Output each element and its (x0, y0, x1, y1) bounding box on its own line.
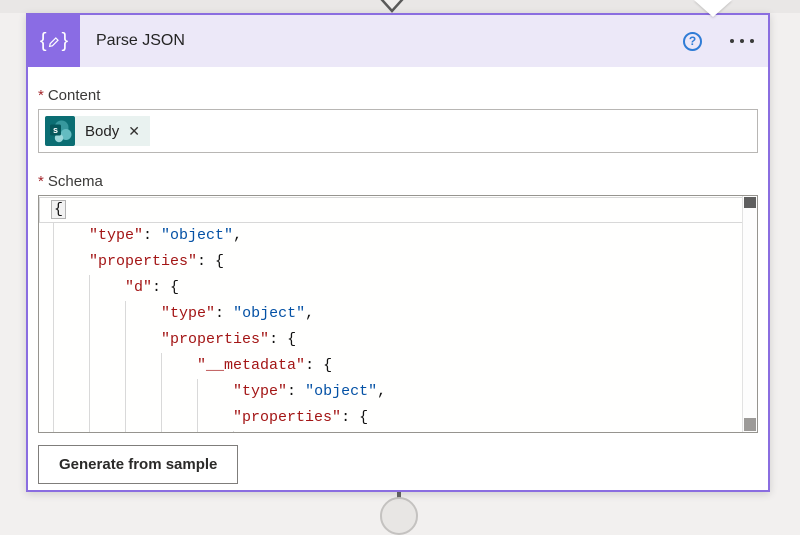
token-body: Body ✕ (75, 116, 150, 146)
code-line: "properties": { (39, 327, 743, 353)
indent-guide (89, 275, 90, 432)
indent-guide (53, 223, 54, 432)
required-asterisk: * (38, 173, 44, 190)
svg-text:s: s (53, 125, 58, 135)
sharepoint-icon: s (45, 116, 75, 146)
scrollbar-corner (744, 418, 756, 431)
indent-guide (197, 379, 198, 432)
card-header[interactable]: {} Parse JSON ? (28, 15, 768, 67)
schema-code: { "type": "object", "properties": { "d":… (39, 196, 743, 432)
ellipsis-dot (740, 39, 744, 43)
brace-left-glyph: { (40, 30, 47, 53)
pencil-icon (48, 35, 61, 48)
code-line: "d": { (39, 275, 743, 301)
brace-right-glyph: } (62, 30, 69, 53)
parse-json-action-icon: {} (28, 15, 80, 67)
code-line: "properties": { (39, 405, 743, 431)
required-asterisk: * (38, 87, 44, 104)
code-line: "properties": { (39, 249, 743, 275)
code-line: "type": "object", (39, 301, 743, 327)
more-menu-button[interactable] (728, 33, 756, 49)
down-arrow-icon (373, 0, 411, 13)
parse-json-action-card: {} Parse JSON ? *Content s (26, 13, 770, 492)
help-button[interactable]: ? (683, 32, 702, 51)
header-actions: ? (683, 32, 768, 51)
ellipsis-dot (750, 39, 754, 43)
code-line: "type": "object", (39, 379, 743, 405)
schema-editor[interactable]: { "type": "object", "properties": { "d":… (38, 195, 758, 433)
code-line: { (39, 197, 743, 223)
card-title: Parse JSON (96, 32, 185, 50)
indent-guide (233, 431, 234, 432)
content-field-label: *Content (38, 87, 758, 104)
code-line: "type": "object", (39, 223, 743, 249)
callout-pointer-icon (694, 0, 732, 17)
scrollbar-thumb[interactable] (744, 197, 756, 208)
schema-field-label: *Schema (38, 173, 758, 190)
content-input[interactable]: s Body ✕ (38, 109, 758, 153)
token-label: Body (85, 123, 119, 140)
card-body: *Content s Body ✕ *Schema (28, 87, 768, 484)
generate-from-sample-button[interactable]: Generate from sample (38, 445, 238, 484)
indent-guide (125, 301, 126, 432)
editor-scrollbar[interactable] (742, 196, 757, 432)
ellipsis-dot (730, 39, 734, 43)
question-mark-icon: ? (689, 34, 696, 48)
remove-token-icon[interactable]: ✕ (128, 123, 140, 140)
flow-designer-canvas: { "card": { "title": "Parse JSON", "help… (0, 0, 800, 503)
code-line: "__metadata": { (39, 353, 743, 379)
body-token[interactable]: s Body ✕ (45, 116, 150, 146)
indent-guide (161, 353, 162, 432)
